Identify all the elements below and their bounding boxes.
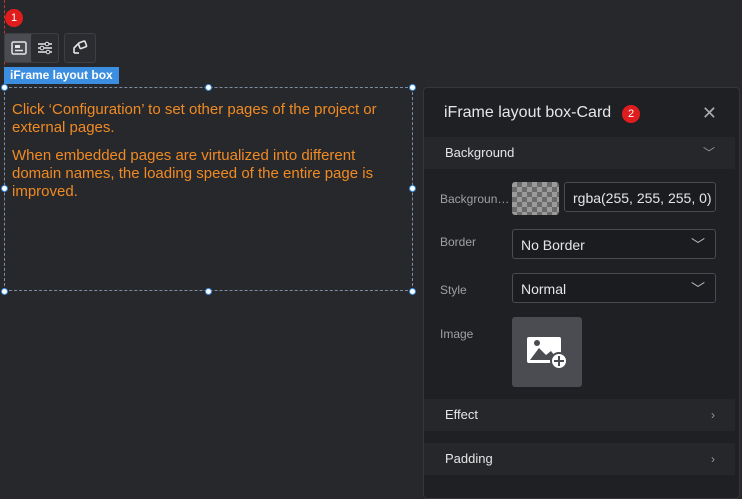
resize-handle-l[interactable]	[1, 185, 8, 192]
chevron-down-icon: ﹀	[691, 237, 705, 253]
border-select-value: No Border	[521, 237, 585, 253]
image-label: Image	[440, 327, 474, 341]
section-background-label: Background	[445, 145, 515, 160]
sliders-button[interactable]	[31, 33, 59, 63]
style-select-value: Normal	[521, 281, 567, 297]
step-marker-1: 1	[5, 9, 23, 27]
section-effect-label: Effect	[445, 407, 479, 422]
card-settings-panel: iFrame layout box-Card 2 ✕ Background ﹀ …	[423, 87, 740, 499]
component-tag: iFrame layout box	[4, 67, 119, 84]
link-icon	[73, 40, 88, 54]
section-padding[interactable]: Padding ›	[424, 443, 735, 475]
background-color-input[interactable]: rgba(255, 255, 255, 0)	[564, 182, 716, 212]
chevron-right-icon: ›	[711, 408, 715, 422]
iframe-hint-speed: When embedded pages are virtualized into…	[12, 147, 374, 200]
chevron-down-icon: ﹀	[691, 281, 705, 297]
image-settings-icon	[10, 41, 27, 55]
chevron-right-icon: ›	[711, 452, 715, 466]
sliders-icon	[37, 41, 52, 55]
style-label: Style	[440, 283, 467, 297]
resize-handle-b[interactable]	[205, 288, 212, 295]
add-image-icon	[527, 337, 568, 370]
border-label: Border	[440, 235, 477, 249]
resize-handle-bl[interactable]	[1, 288, 8, 295]
step-marker-2: 2	[622, 105, 640, 123]
background-label: Backgroun…	[440, 192, 510, 206]
resize-handle-tr[interactable]	[409, 84, 416, 91]
resize-handle-t[interactable]	[205, 84, 212, 91]
image-settings-button[interactable]	[4, 33, 33, 63]
resize-handle-r[interactable]	[409, 185, 416, 192]
color-swatch[interactable]	[512, 182, 559, 215]
link-button[interactable]	[64, 33, 96, 63]
chevron-down-icon: ﹀	[702, 146, 715, 160]
section-effect[interactable]: Effect ›	[424, 399, 735, 431]
resize-handle-br[interactable]	[409, 288, 416, 295]
resize-handle-tl[interactable]	[1, 84, 8, 91]
panel-title: iFrame layout box-Card	[444, 104, 612, 121]
close-icon[interactable]: ✕	[702, 104, 717, 122]
image-upload-button[interactable]	[512, 317, 582, 387]
iframe-layout-box[interactable]: Click ‘Configuration’ to set other pages…	[4, 87, 413, 291]
border-select[interactable]: No Border ﹀	[512, 229, 716, 259]
section-padding-label: Padding	[445, 451, 493, 466]
style-select[interactable]: Normal ﹀	[512, 273, 716, 303]
section-background[interactable]: Background ﹀	[424, 137, 735, 169]
iframe-hint-config: Click ‘Configuration’ to set other pages…	[12, 101, 377, 136]
